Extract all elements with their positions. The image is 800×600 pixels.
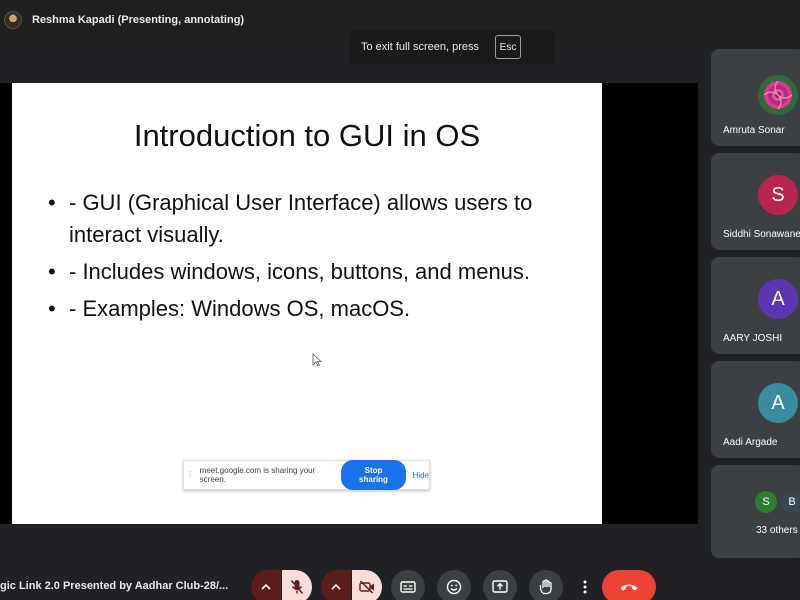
- participant-tile[interactable]: S Siddhi Sonawane: [711, 153, 800, 250]
- participant-name: AARY JOSHI: [723, 333, 783, 344]
- stop-sharing-button[interactable]: Stop sharing: [341, 460, 406, 490]
- exit-fullscreen-text: To exit full screen, press: [361, 41, 479, 53]
- end-call-icon: [620, 584, 638, 591]
- slide-title: Introduction to GUI in OS: [133, 118, 481, 153]
- others-count-label: 33 others: [756, 525, 798, 536]
- participant-tile[interactable]: Amruta Sonar: [711, 49, 800, 146]
- emoji-icon: [446, 579, 462, 595]
- more-vertical-icon: [583, 580, 587, 594]
- video-options-button[interactable]: [321, 570, 351, 600]
- presentation-stage: Introduction to GUI in OS - GUI (Graphic…: [0, 83, 698, 524]
- chevron-up-icon: [261, 583, 271, 590]
- shared-slide: Introduction to GUI in OS - GUI (Graphic…: [12, 83, 602, 524]
- drag-handle-icon[interactable]: ⁞: [189, 470, 195, 480]
- present-icon: [492, 580, 508, 593]
- more-options-button[interactable]: [575, 570, 595, 600]
- esc-key: Esc: [495, 35, 521, 59]
- others-avatars: S B: [755, 491, 800, 515]
- reactions-button[interactable]: [437, 570, 471, 600]
- end-call-button[interactable]: [602, 570, 656, 600]
- participant-avatar: A: [758, 383, 798, 423]
- participant-tile[interactable]: A Aadi Argade: [711, 361, 800, 458]
- hide-banner-link[interactable]: Hide: [413, 471, 429, 480]
- exit-fullscreen-toast: To exit full screen, press Esc: [350, 30, 555, 64]
- microphone-toggle-button[interactable]: [282, 570, 312, 600]
- bottom-control-bar: gic Link 2.0 Presented by Aadhar Club-28…: [0, 570, 800, 600]
- participant-avatar: S: [758, 175, 798, 215]
- meet-window: Reshma Kapadi (Presenting, annotating) T…: [0, 0, 800, 600]
- captions-button[interactable]: [391, 570, 425, 600]
- participant-avatar: S: [755, 491, 777, 513]
- slide-bullet: - Examples: Windows OS, macOS.: [48, 293, 588, 325]
- participant-avatar: A: [758, 279, 798, 319]
- slide-bullet: - GUI (Graphical User Interface) allows …: [48, 187, 588, 251]
- rose-photo-avatar: [758, 75, 798, 115]
- presenter-avatar: [4, 11, 22, 29]
- chevron-up-icon: [331, 583, 341, 590]
- raise-hand-button[interactable]: [529, 570, 563, 600]
- audio-options-button[interactable]: [251, 570, 281, 600]
- participant-avatar: B: [781, 491, 800, 513]
- mic-off-icon: [290, 580, 304, 594]
- slide-bullet: - Includes windows, icons, buttons, and …: [48, 256, 588, 288]
- others-tile[interactable]: S B 33 others: [711, 465, 800, 558]
- participant-name: Aadi Argade: [723, 437, 778, 448]
- participant-name: Amruta Sonar: [723, 125, 785, 136]
- presenter-label: Reshma Kapadi (Presenting, annotating): [32, 14, 245, 26]
- camera-toggle-button[interactable]: [352, 570, 382, 600]
- share-banner-text: meet.google.com is sharing your screen.: [199, 466, 316, 484]
- present-screen-button[interactable]: [483, 570, 517, 600]
- mouse-cursor-icon: [312, 353, 322, 367]
- captions-icon: [400, 581, 416, 593]
- raise-hand-icon: [539, 579, 552, 595]
- screen-share-banner: ⁞ meet.google.com is sharing your screen…: [183, 460, 430, 490]
- camera-off-icon: [359, 580, 374, 594]
- participant-name: Siddhi Sonawane: [723, 229, 800, 240]
- meeting-title: gic Link 2.0 Presented by Aadhar Club-28…: [0, 580, 229, 592]
- participant-tile[interactable]: A AARY JOSHI: [711, 257, 800, 354]
- slide-bullets: - GUI (Graphical User Interface) allows …: [48, 187, 588, 330]
